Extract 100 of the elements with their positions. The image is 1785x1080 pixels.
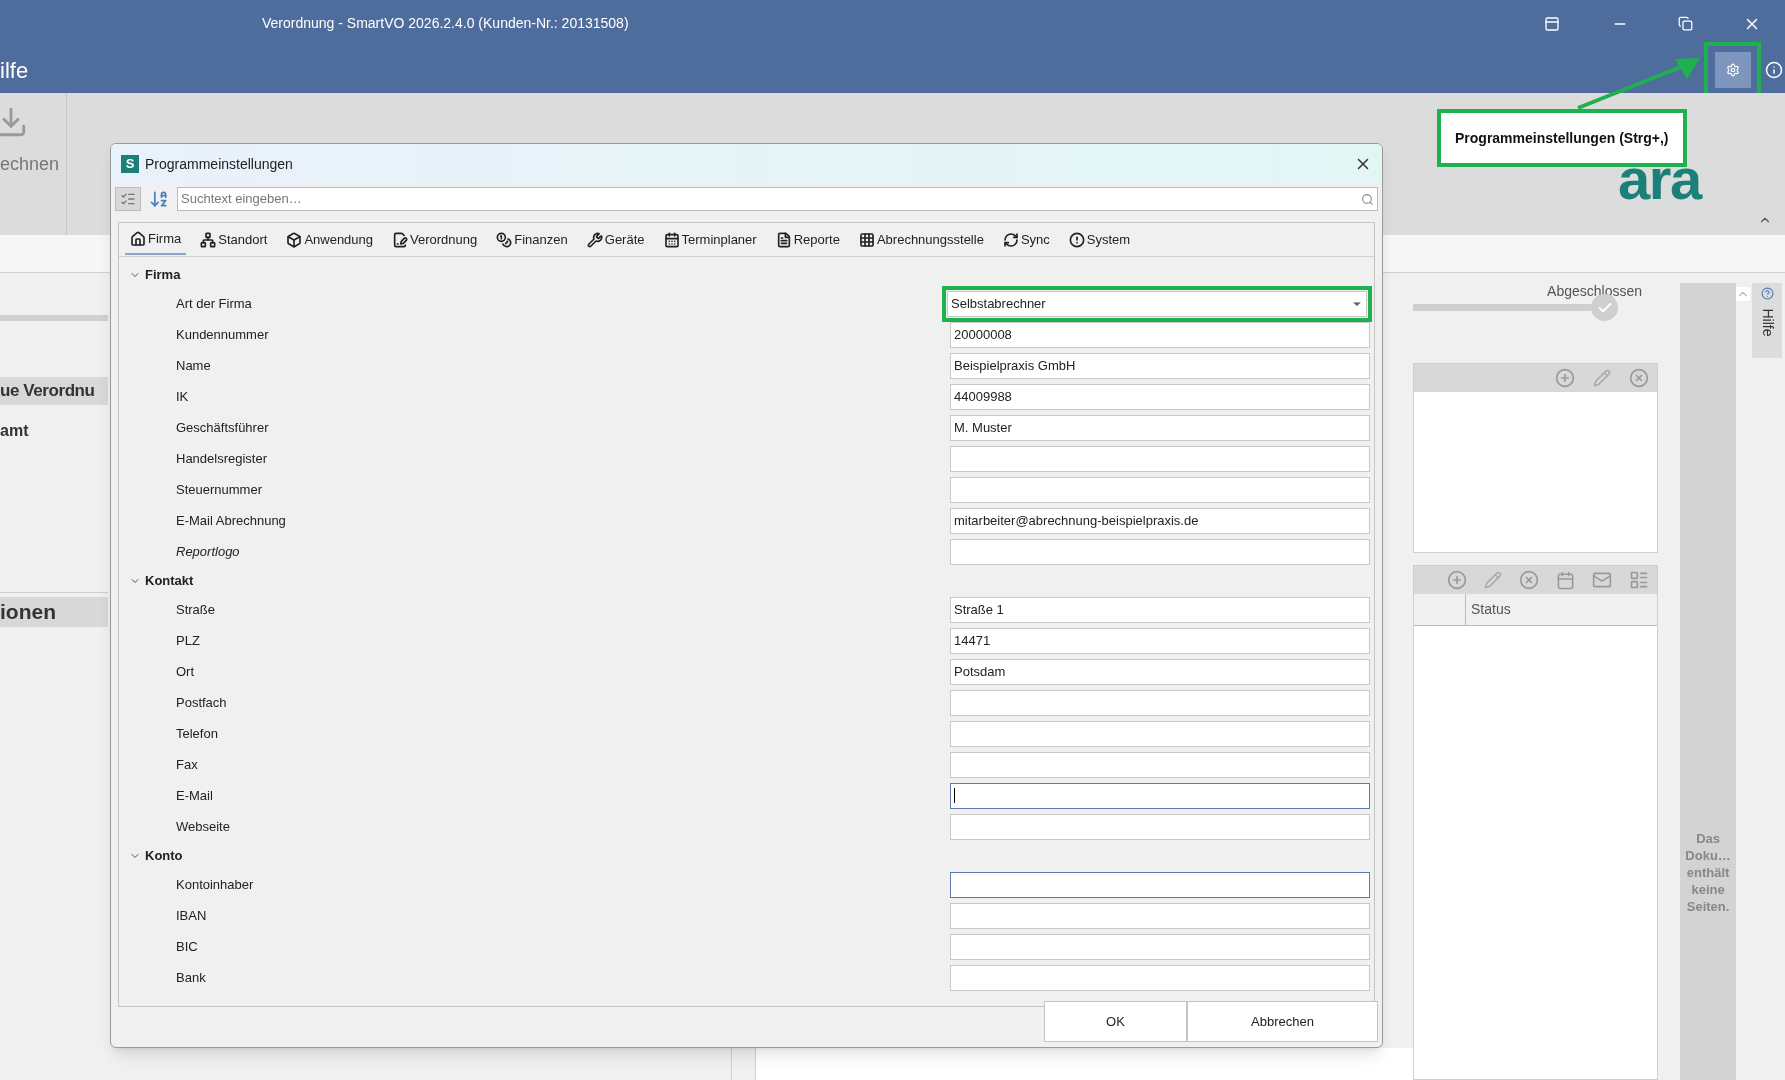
list-icon[interactable] [1629,570,1649,590]
dialog-title: Programmeinstellungen [145,154,293,174]
download-icon [0,105,28,139]
section-header: ue Verordnu [0,377,108,405]
property-label: Art der Firma [176,294,253,313]
input-field[interactable] [950,871,1370,898]
input-field[interactable] [950,720,1370,747]
input-field[interactable] [950,689,1370,716]
cancel-button[interactable]: Abbrechen [1187,1001,1378,1042]
column-header[interactable]: Status [1466,594,1516,625]
layout-icon[interactable] [1544,15,1560,32]
brand-logo: ara [1618,150,1701,208]
network-icon [200,231,217,248]
settings-tab[interactable]: Terminplaner [658,224,762,255]
section-header: ionen [0,597,108,627]
search-field[interactable]: Suchtext eingeben… [177,187,1378,211]
document-icon [775,231,792,248]
add-icon[interactable] [1555,368,1575,388]
refresh-icon [1002,231,1019,248]
settings-tab[interactable]: Abrechnungsstelle [853,224,989,255]
category-heading: Konto [145,846,183,865]
help-tab[interactable]: Hilfe [1752,283,1782,358]
property-label: Ort [176,662,196,681]
settings-tab[interactable]: Standort [195,224,273,255]
settings-tab[interactable]: Reporte [770,224,845,255]
dropdown-field[interactable]: Selbstabrechner [947,290,1367,317]
ok-button[interactable]: OK [1044,1001,1187,1042]
categorized-view-icon[interactable] [115,187,141,211]
settings-tab[interactable]: Anwendung [281,224,379,255]
document-icon [392,231,409,248]
button-label: echnen [0,153,60,176]
input-field[interactable] [950,933,1370,960]
settings-tab[interactable]: Verordnung [387,224,483,255]
settings-tab[interactable]: Finanzen [491,224,573,255]
settings-tab[interactable]: Geräte [581,224,650,255]
property-label: Steuernummer [176,480,263,499]
settings-button[interactable] [1714,52,1751,88]
category-heading: Kontakt [145,571,194,590]
property-label: Postfach [176,693,228,712]
input-field[interactable]: 44009988 [950,383,1370,410]
grid-icon [858,231,875,248]
box-icon [286,231,303,248]
window-title: Verordnung - SmartVO 2026.2.4.0 (Kunden-Nr.: 20131508) [262,14,629,33]
property-label: Telefon [176,724,219,743]
info-icon[interactable] [1765,61,1783,79]
property-label: Reportlogo [176,542,241,561]
input-field[interactable]: Straße 1 [950,596,1370,623]
home-icon [130,230,146,247]
category-heading: Firma [145,265,181,284]
input-field[interactable] [950,445,1370,472]
coins-icon [496,231,513,248]
restore-icon[interactable] [1678,16,1693,31]
help-icon [1760,287,1774,300]
wrench-icon [586,231,603,248]
property-label: Kontoinhaber [176,875,255,894]
property-label: PLZ [176,631,201,650]
progress-label: Abgeschlossen [1547,282,1642,301]
input-field[interactable] [950,964,1370,991]
input-field[interactable] [950,751,1370,778]
settings-tab[interactable]: System [1063,224,1136,255]
input-field[interactable] [950,476,1370,503]
calendar-icon[interactable] [1556,570,1575,590]
add-icon[interactable] [1447,570,1467,590]
settings-tab[interactable]: Firma [125,224,187,255]
property-label: IK [176,387,190,406]
input-field[interactable] [950,538,1370,565]
property-label: Kundennummer [176,325,270,344]
property-label: Name [176,356,212,375]
input-field[interactable]: 14471 [950,627,1370,654]
tooltip-text: Programmeinstellungen (Strg+,) [1455,130,1669,146]
edit-icon[interactable] [1593,369,1611,387]
settings-icon [1725,63,1740,77]
calendar-icon [663,231,680,248]
delete-icon[interactable] [1519,570,1539,590]
settings-tab[interactable]: Sync [997,224,1055,255]
mail-icon[interactable] [1592,570,1612,590]
property-label: IBAN [176,906,208,925]
input-field[interactable]: Potsdam [950,658,1370,685]
sort-icon[interactable] [149,189,169,209]
menu-item[interactable]: ilfe [0,53,29,87]
edit-icon[interactable] [1484,571,1502,589]
scroll-up-icon[interactable] [1736,287,1750,301]
property-label: E-Mail Abrechnung [176,511,287,530]
empty-message: Das Doku… enthält keine Seiten. [1684,830,1732,915]
input-field[interactable]: 20000008 [950,321,1370,348]
alert-icon [1068,231,1085,248]
field-label: amt [0,421,30,441]
input-field[interactable] [950,782,1370,809]
app-logo-icon: S [121,155,139,173]
input-field[interactable]: Beispielpraxis GmbH [950,352,1370,379]
search-icon[interactable] [1361,192,1374,206]
input-field[interactable]: M. Muster [950,414,1370,441]
property-label: Handelsregister [176,449,269,468]
property-label: Fax [176,755,199,774]
delete-icon[interactable] [1629,368,1649,388]
input-field[interactable] [950,813,1370,840]
property-label: Straße [176,600,216,619]
input-field[interactable]: mitarbeiter@abrechnung-beispielpraxis.de [950,507,1370,534]
property-label: Geschäftsführer [176,418,270,437]
input-field[interactable] [950,902,1370,929]
